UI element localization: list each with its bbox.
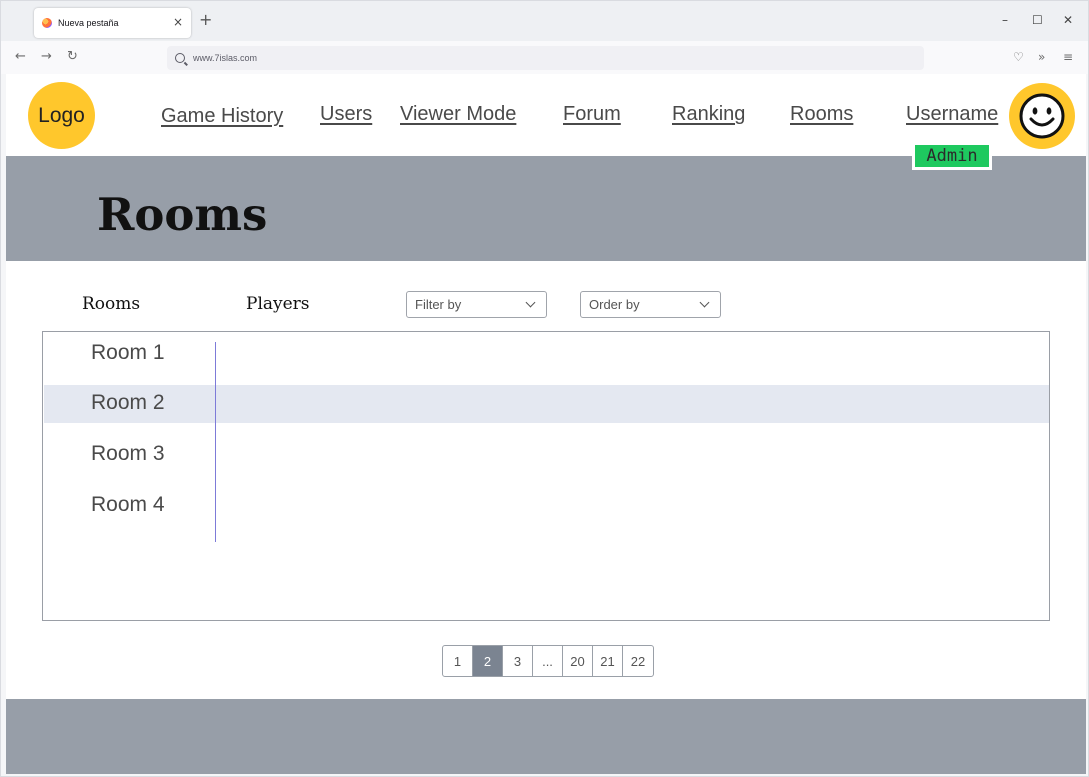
tab-title: Nueva pestaña [58,18,119,28]
site-logo[interactable]: Logo [28,82,95,149]
reload-icon[interactable]: ↻ [67,50,78,64]
role-badge: Admin [912,142,992,170]
tab-bar: Nueva pestaña × + – ☐ ✕ [1,1,1088,41]
username-link[interactable]: Username [906,103,998,126]
room-name: Room 3 [91,442,165,465]
filter-select-label: Filter by [415,297,462,312]
browser-window: Nueva pestaña × + – ☐ ✕ ← → ↻ www.7islas… [0,0,1089,777]
players-column-header: Players [246,294,310,314]
room-name: Room 2 [91,391,165,414]
list-item[interactable]: Room 3 [44,436,1049,474]
room-name: Room 4 [91,493,165,516]
nav-ranking[interactable]: Ranking [672,103,745,126]
search-icon [175,53,185,63]
close-window-icon[interactable]: ✕ [1063,13,1073,27]
rooms-list: Room 1 Room 2 Room 3 Room 4 [42,331,1050,621]
filter-select[interactable]: Filter by [406,291,547,318]
avatar[interactable] [1009,83,1075,149]
web-page: Logo Game History Users Viewer Mode Foru… [6,74,1086,774]
page-button-1[interactable]: 1 [443,646,473,676]
room-name: Room 1 [91,341,165,364]
browser-tab[interactable]: Nueva pestaña × [34,8,191,38]
chevron-down-icon [699,297,710,308]
forward-icon[interactable]: → [41,50,52,64]
site-footer [6,699,1086,774]
nav-users[interactable]: Users [320,103,372,126]
order-select-label: Order by [589,297,640,312]
new-tab-icon[interactable]: + [199,12,212,28]
url-bar[interactable]: www.7islas.com [167,46,924,70]
page-button-20[interactable]: 20 [563,646,593,676]
url-text: www.7islas.com [193,53,258,63]
page-title: Rooms [97,188,268,241]
maximize-icon[interactable]: ☐ [1032,13,1043,27]
list-item[interactable]: Room 4 [44,487,1049,525]
column-divider [215,342,216,542]
back-icon[interactable]: ← [15,50,26,64]
shield-icon[interactable]: ♡ [1013,50,1024,64]
page-button-3[interactable]: 3 [503,646,533,676]
minimize-icon[interactable]: – [1002,13,1008,27]
nav-viewer-mode[interactable]: Viewer Mode [400,103,516,126]
page-button-2[interactable]: 2 [473,646,503,676]
overflow-icon[interactable]: » [1038,50,1045,64]
nav-game-history[interactable]: Game History [161,105,283,128]
page-button-21[interactable]: 21 [593,646,623,676]
role-badge-label: Admin [915,145,989,167]
close-tab-icon[interactable]: × [173,15,183,29]
nav-rooms[interactable]: Rooms [790,103,853,126]
page-button-22[interactable]: 22 [623,646,653,676]
list-item[interactable]: Room 2 [44,385,1049,423]
pagination: 1 2 3 ... 20 21 22 [442,645,654,677]
hero-banner: Rooms [6,156,1086,261]
chevron-down-icon [525,297,536,308]
menu-icon[interactable]: ≡ [1063,50,1073,64]
rooms-column-header: Rooms [82,294,141,314]
smiley-icon [1019,93,1065,139]
page-ellipsis: ... [533,646,563,676]
list-item[interactable]: Room 1 [44,335,1049,373]
order-select[interactable]: Order by [580,291,721,318]
nav-forum[interactable]: Forum [563,103,621,126]
firefox-icon [42,18,52,28]
